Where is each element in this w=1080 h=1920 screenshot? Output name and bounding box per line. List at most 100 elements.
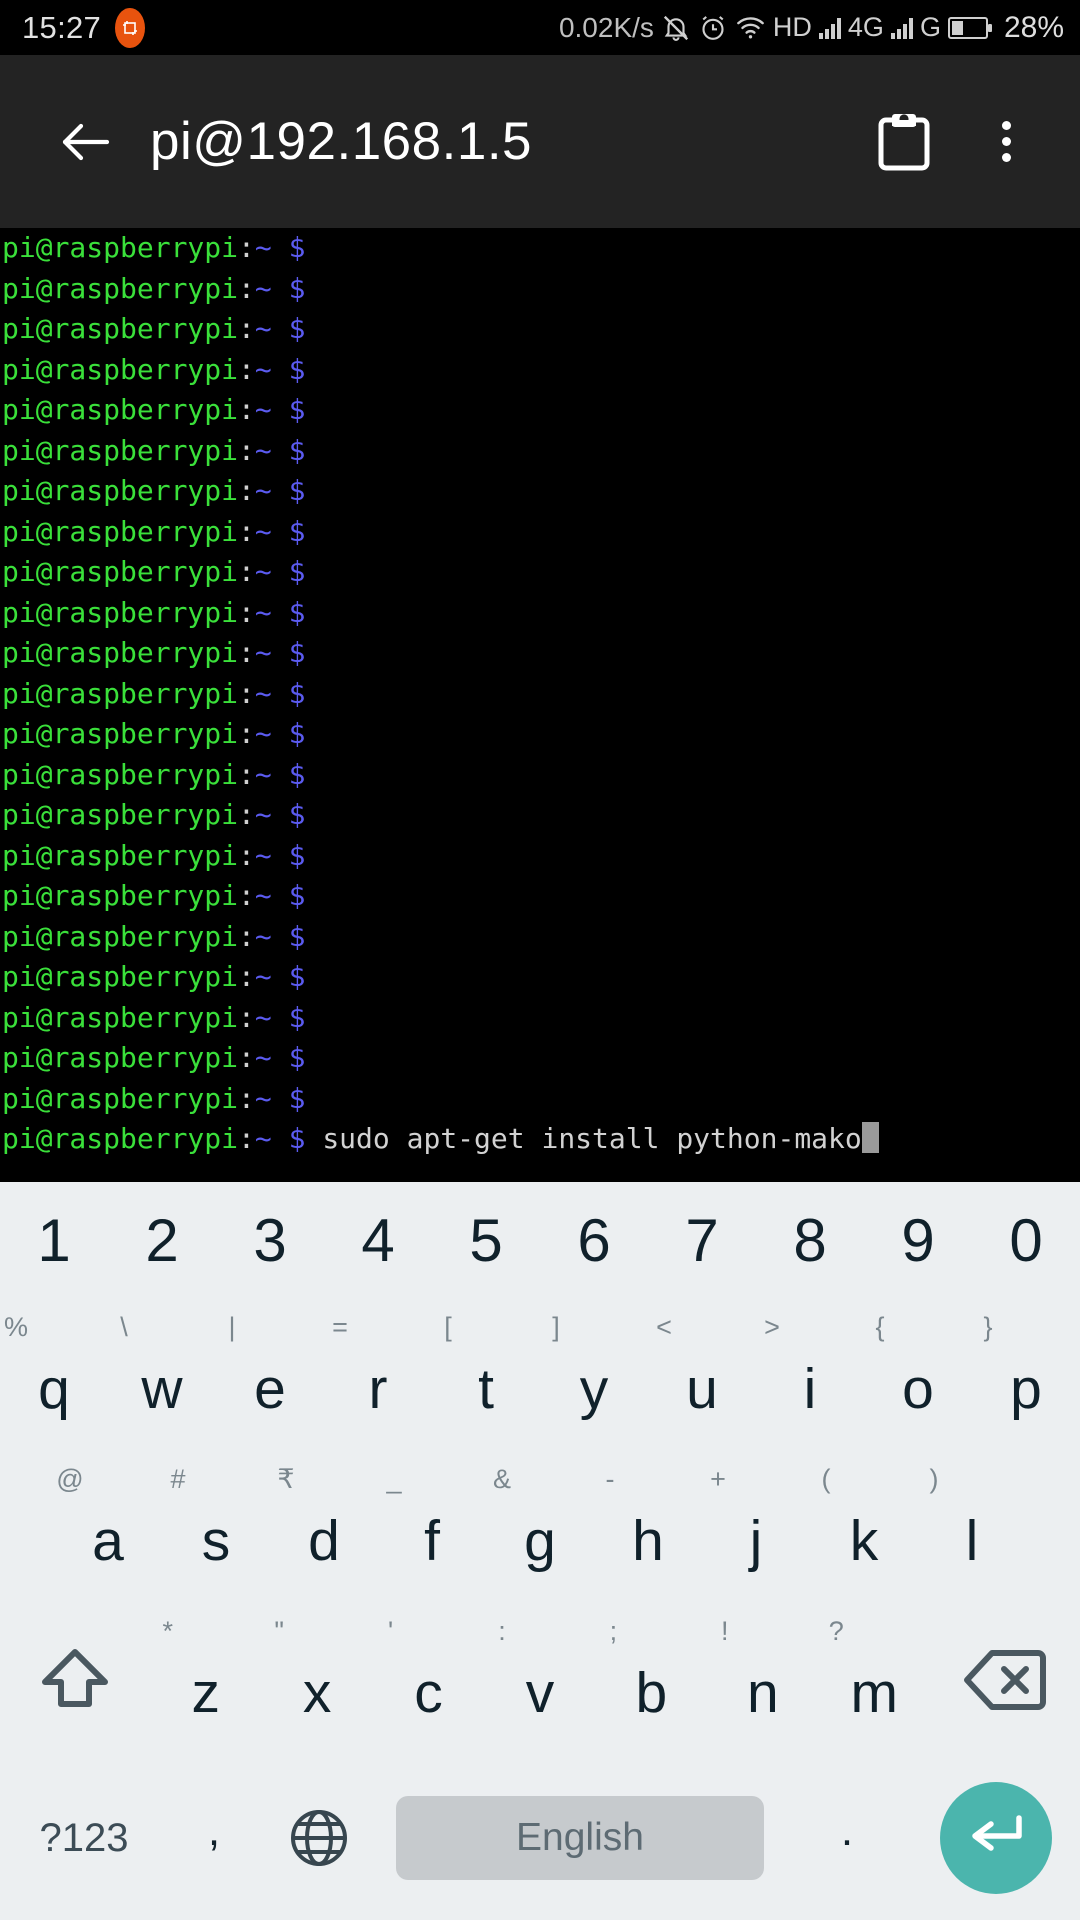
key-h[interactable]: -h [594, 1452, 702, 1604]
clipboard-icon[interactable] [864, 102, 944, 182]
key-a[interactable]: @ a [54, 1452, 162, 1604]
terminal-prompt-line: pi@raspberrypi:~ $ [2, 1041, 306, 1074]
key-x[interactable]: " x [261, 1604, 372, 1756]
key-b[interactable]: ; b [596, 1604, 707, 1756]
key-w[interactable]: \ w [108, 1300, 216, 1452]
key-j[interactable]: + j [702, 1452, 810, 1604]
key-l[interactable]: ) l [918, 1452, 1026, 1604]
key-3[interactable]: 3 [216, 1182, 324, 1300]
terminal-prompt-line: pi@raspberrypi:~ $ [2, 595, 306, 629]
key-o[interactable]: {o [864, 1300, 972, 1452]
key-label: s [201, 1508, 231, 1573]
key-u[interactable]: < u [648, 1300, 756, 1452]
enter-key[interactable] [912, 1756, 1080, 1920]
key-label: 2 [145, 1207, 179, 1274]
key-6[interactable]: 6 [540, 1182, 648, 1300]
key-v[interactable]: :v [484, 1604, 595, 1756]
keyboard-row-home: @ a # s ₹ d _ f & g - h + j(k) l [0, 1452, 1080, 1604]
key-label: j [749, 1508, 763, 1573]
key-7[interactable]: 7 [648, 1182, 756, 1300]
key-9[interactable]: 9 [864, 1182, 972, 1300]
key-secondary-label: @ [56, 1464, 84, 1494]
key-n[interactable]: ! n [707, 1604, 818, 1756]
key-secondary-label: " [274, 1616, 284, 1646]
shift-up-arrow-icon[interactable] [0, 1604, 150, 1756]
key-label: u [686, 1356, 718, 1421]
key-label: v [525, 1660, 555, 1725]
terminal-output[interactable]: pi@raspberrypi:~ $ pi@raspberrypi:~ $ pi@r… [0, 228, 1080, 1182]
period-key[interactable]: . [782, 1756, 912, 1920]
key-i[interactable]: > i [756, 1300, 864, 1452]
soft-keyboard: 1234567890 % q \ w | e = r[t] y < u > i{o} p @ a # s ₹ d _ f… [0, 1182, 1080, 1920]
key-2[interactable]: 2 [108, 1182, 216, 1300]
key-p[interactable]: } p [972, 1300, 1080, 1452]
back-arrow-icon[interactable] [40, 117, 136, 167]
key-label: n [746, 1660, 779, 1725]
status-right-cluster: 0.02K/s HD 4G G 28% [559, 11, 1064, 45]
more-vertical-icon[interactable] [966, 102, 1046, 182]
key-d[interactable]: ₹ d [270, 1452, 378, 1604]
key-k[interactable]: (k [810, 1452, 918, 1604]
key-secondary-label: [ [444, 1312, 452, 1342]
row-pad-left [0, 1452, 54, 1604]
key-secondary-label: > [764, 1312, 780, 1342]
key-label: 8 [793, 1207, 827, 1274]
row-pad-right [1026, 1452, 1080, 1604]
key-1[interactable]: 1 [0, 1182, 108, 1300]
key-r[interactable]: = r [324, 1300, 432, 1452]
key-z[interactable]: * z [150, 1604, 261, 1756]
backspace-icon[interactable] [930, 1604, 1080, 1756]
terminal-prompt-line: pi@raspberrypi:~ $ [2, 433, 306, 467]
key-label: 9 [901, 1207, 935, 1274]
terminal-command-line: pi@raspberrypi:~ $ sudo apt-get install … [2, 1119, 1080, 1160]
key-y[interactable]: ] y [540, 1300, 648, 1452]
terminal-prompt-line: pi@raspberrypi:~ $ [2, 636, 306, 669]
key-secondary-label: ! [721, 1616, 729, 1646]
key-0[interactable]: 0 [972, 1182, 1080, 1300]
key-secondary-label: _ [386, 1464, 402, 1494]
terminal-prompt-line: pi@raspberrypi:~ $ [2, 1081, 306, 1115]
key-secondary-label: ) [929, 1464, 939, 1494]
key-label: q [38, 1356, 70, 1421]
status-clock: 15:27 [22, 9, 102, 45]
terminal-prompt-line: pi@raspberrypi:~ $ [2, 676, 306, 710]
key-label: d [308, 1508, 340, 1573]
terminal-prompt-line: pi@raspberrypi:~ $ [2, 798, 306, 831]
key-t[interactable]: [t [432, 1300, 540, 1452]
app-crop-icon [115, 7, 146, 48]
bell-muted-icon [661, 13, 691, 43]
key-label: 6 [577, 1207, 611, 1274]
terminal-prompt-line: pi@raspberrypi:~ $ [2, 352, 306, 386]
key-secondary-label: ? [828, 1616, 844, 1646]
spacebar[interactable]: English [378, 1756, 782, 1920]
comma-key[interactable]: , [168, 1756, 260, 1920]
key-f[interactable]: _ f [378, 1452, 486, 1604]
key-g[interactable]: & g [486, 1452, 594, 1604]
key-c[interactable]: ' c [373, 1604, 484, 1756]
key-secondary-label: ₹ [277, 1464, 295, 1494]
key-s[interactable]: # s [162, 1452, 270, 1604]
key-q[interactable]: % q [0, 1300, 108, 1452]
key-secondary-label: & [492, 1464, 512, 1494]
key-8[interactable]: 8 [756, 1182, 864, 1300]
key-label: e [254, 1356, 286, 1421]
terminal-prompt-line: pi@raspberrypi:~ $ [2, 879, 306, 912]
network-type-label: 4G [847, 12, 884, 42]
globe-language-icon[interactable] [260, 1756, 378, 1920]
key-4[interactable]: 4 [324, 1182, 432, 1300]
key-5[interactable]: 5 [432, 1182, 540, 1300]
key-label: 5 [469, 1207, 503, 1274]
signal-bars-icon-secondary [890, 17, 913, 39]
key-label: r [368, 1356, 388, 1421]
terminal-prompt-line: pi@raspberrypi:~ $ [2, 717, 306, 750]
key-m[interactable]: ? m [819, 1604, 930, 1756]
key-label: o [902, 1356, 934, 1421]
terminal-prompt-line: pi@raspberrypi:~ $ [2, 312, 306, 345]
key-label: p [1010, 1356, 1042, 1421]
keyboard-row-numbers: 1 2 3 4 5 6 7 8 9 0 [0, 1182, 1080, 1300]
symbols-key[interactable]: ?123 [0, 1756, 168, 1920]
symbols-key-label: ?123 [39, 1816, 129, 1860]
key-e[interactable]: | e [216, 1300, 324, 1452]
terminal-prompt-line: pi@raspberrypi:~ $ [2, 393, 306, 426]
key-secondary-label: ; [609, 1616, 618, 1646]
